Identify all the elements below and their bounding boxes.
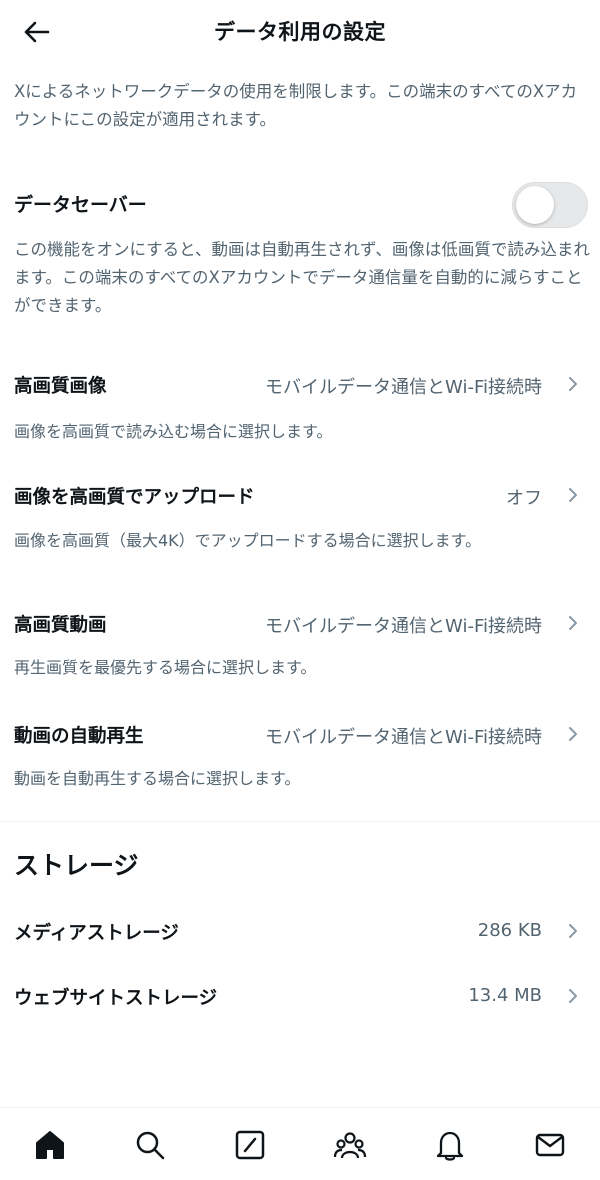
section-divider: [0, 821, 600, 822]
nav-compose[interactable]: [225, 1120, 275, 1170]
messages-icon: [535, 1133, 565, 1157]
chevron-right-icon: [569, 727, 577, 741]
setting-description: 動画を自動再生する場合に選択します。: [14, 769, 301, 788]
nav-messages[interactable]: [525, 1120, 575, 1170]
chevron-right-icon: [569, 377, 577, 391]
setting-value: モバイルデータ通信とWi-Fi接続時: [265, 616, 542, 637]
search-icon: [136, 1131, 165, 1160]
storage-label: ウェブサイトストレージ: [14, 988, 218, 1009]
nav-communities[interactable]: [325, 1120, 375, 1170]
chevron-right-icon: [569, 989, 577, 1003]
setting-label: 高画質動画: [14, 615, 107, 636]
nav-notifications[interactable]: [425, 1120, 475, 1170]
setting-value: モバイルデータ通信とWi-Fi接続時: [265, 377, 542, 398]
setting-description: 画像を高画質で読み込む場合に選択します。: [14, 422, 333, 441]
toggle-knob: [516, 186, 554, 224]
bottom-navigation: [0, 1107, 600, 1180]
compose-icon: [235, 1130, 265, 1160]
header: データ利用の設定: [0, 0, 600, 64]
intro-text: Xによるネットワークデータの使用を制限します。この端末のすべてのXアカウントにこ…: [14, 82, 578, 129]
chevron-right-icon: [569, 924, 577, 938]
storage-label: メディアストレージ: [14, 923, 179, 944]
data-saver-toggle[interactable]: [512, 182, 588, 228]
chevron-right-icon: [569, 616, 577, 630]
storage-row-website[interactable]: ウェブサイトストレージ 13.4 MB: [0, 974, 600, 1018]
home-icon: [36, 1131, 64, 1159]
data-saver-description: この機能をオンにすると、動画は自動再生されず、画像は低画質で読み込まれます。この…: [14, 240, 590, 315]
nav-home[interactable]: [25, 1120, 75, 1170]
setting-label: 高画質画像: [14, 376, 107, 397]
data-saver-label: データセーバー: [14, 194, 147, 216]
storage-value: 286 KB: [477, 920, 542, 941]
setting-row-video-autoplay[interactable]: 動画の自動再生 モバイルデータ通信とWi-Fi接続時: [0, 712, 600, 756]
setting-value: オフ: [506, 488, 542, 509]
page-title: データ利用の設定: [214, 20, 386, 44]
setting-description: 画像を高画質（最大4K）でアップロードする場合に選択します。: [14, 531, 482, 550]
setting-row-high-quality-images[interactable]: 高画質画像 モバイルデータ通信とWi-Fi接続時: [0, 362, 600, 406]
nav-search[interactable]: [125, 1120, 175, 1170]
setting-label: 画像を高画質でアップロード: [14, 487, 255, 508]
storage-value: 13.4 MB: [468, 985, 542, 1006]
setting-row-high-quality-upload[interactable]: 画像を高画質でアップロード オフ: [0, 473, 600, 517]
setting-description: 再生画質を最優先する場合に選択します。: [14, 658, 317, 677]
data-usage-settings-page: データ利用の設定 Xによるネットワークデータの使用を制限します。この端末のすべて…: [0, 0, 600, 1180]
setting-label: 動画の自動再生: [14, 726, 144, 747]
chevron-right-icon: [569, 488, 577, 502]
storage-row-media[interactable]: メディアストレージ 286 KB: [0, 909, 600, 953]
storage-section-title: ストレージ: [14, 851, 139, 880]
communities-icon: [333, 1132, 367, 1159]
setting-row-high-quality-video[interactable]: 高画質動画 モバイルデータ通信とWi-Fi接続時: [0, 601, 600, 645]
setting-value: モバイルデータ通信とWi-Fi接続時: [265, 727, 542, 748]
notifications-icon: [436, 1131, 464, 1161]
